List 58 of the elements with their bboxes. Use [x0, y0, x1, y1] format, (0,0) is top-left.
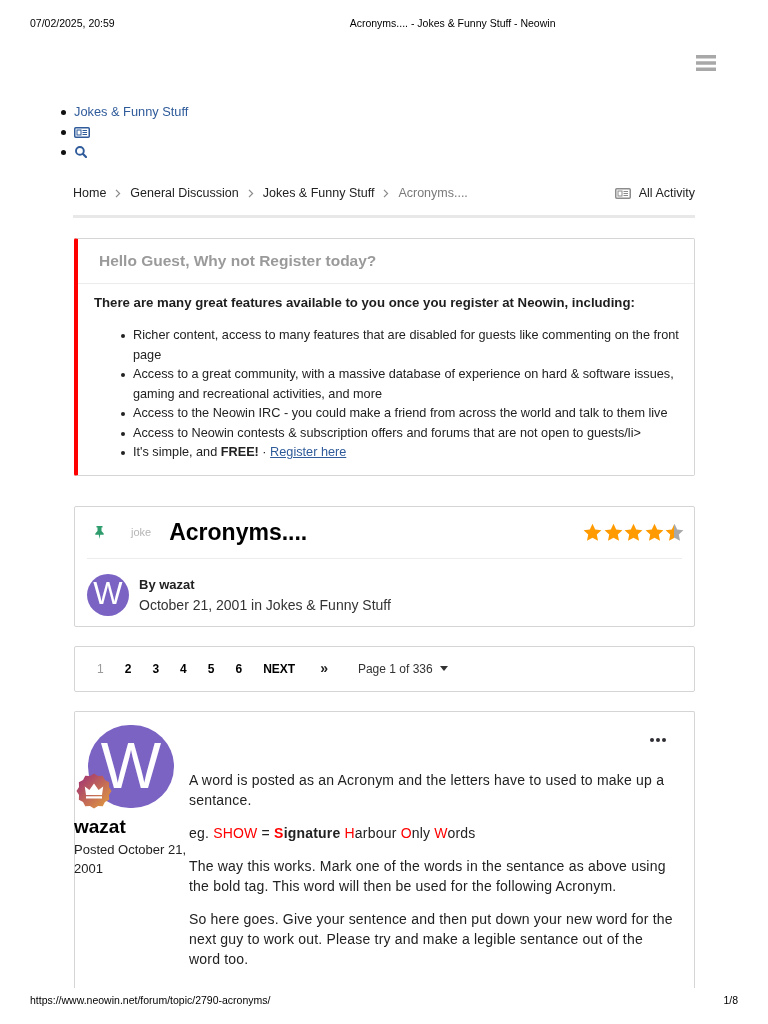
- activity-icon[interactable]: [74, 126, 90, 138]
- bullet-icon: [121, 373, 125, 377]
- page-link[interactable]: 4: [180, 659, 187, 678]
- post-paragraph: So here goes. Give your sentence and then put down your new word for the next guy to work out. Please try and make a legible sentance out of the word too.: [189, 909, 674, 969]
- category-link[interactable]: Jokes & Funny Stuff: [74, 102, 189, 122]
- all-activity-link[interactable]: All Activity: [638, 183, 695, 203]
- print-title: Acronyms.... - Jokes & Funny Stuff - Neowin: [349, 17, 556, 29]
- breadcrumb-current: Acronyms....: [398, 184, 468, 202]
- topic-title: Acronyms....: [169, 517, 308, 547]
- star-icon: [644, 522, 664, 542]
- star-icon: [583, 522, 602, 542]
- page-jump-dropdown[interactable]: Page 1 of 336: [357, 659, 448, 678]
- page-link[interactable]: 5: [207, 659, 215, 678]
- bullet-icon: [61, 149, 66, 155]
- chevron-icon: [247, 188, 254, 198]
- breadcrumb-link[interactable]: Home: [73, 183, 107, 203]
- print-url: https://www.neowin.net/forum/topic/2790-acronyms/: [30, 994, 271, 1006]
- chevron-icon: [383, 188, 390, 198]
- benefit-text: Richer content, access to many features that are disabled for guests like commenting on the front page: [133, 327, 680, 364]
- page-link[interactable]: 3: [152, 659, 160, 678]
- activity-icon[interactable]: [614, 187, 631, 199]
- next-page-link[interactable]: NEXT: [263, 659, 296, 678]
- post-paragraph: The way this works. Mark one of the words in the sentance as above using the bold tag. This word will then be used for the following Acronym.: [189, 856, 667, 896]
- page-link[interactable]: 6: [235, 659, 243, 678]
- bullet-icon: [121, 451, 125, 455]
- bullet-icon: [121, 334, 125, 338]
- benefit-text: Access to the Neowin IRC - you could make a friend from across the world and talk to them live: [133, 405, 668, 422]
- breadcrumb-link[interactable]: General Discussion: [130, 183, 239, 203]
- breadcrumb-link[interactable]: Jokes & Funny Stuff: [262, 183, 375, 203]
- post-date: Posted October 21, 2001: [74, 840, 187, 878]
- print-page-number: 1/8: [723, 994, 738, 1006]
- chevron-icon: [115, 188, 122, 198]
- notice-title: Hello Guest, Why not Register today?: [99, 251, 377, 272]
- benefit-text: Access to a great community, with a massive database of experience on hard & software issues, gaming and recreational activities, and more: [133, 366, 675, 403]
- bullet-icon: [121, 412, 125, 416]
- star-icon: [665, 522, 684, 542]
- bullet-icon: [121, 431, 125, 436]
- star-icon: [624, 522, 643, 542]
- search-icon[interactable]: [75, 146, 87, 158]
- author-avatar[interactable]: W: [87, 573, 129, 616]
- bullet-icon: [61, 109, 66, 115]
- star-icon: [603, 522, 623, 542]
- post-paragraph: eg. SHOW = Signature Harbour Only Words: [189, 823, 477, 843]
- register-link[interactable]: Register here: [270, 445, 347, 459]
- notice-intro: There are many great features available to you once you register at Neowin, including:: [94, 294, 636, 312]
- post-author[interactable]: wazat: [74, 815, 189, 838]
- post-paragraph: A word is posted as an Acronym and the letters have to used to make up a sentance.: [189, 770, 666, 810]
- more-options-icon[interactable]: [650, 737, 666, 742]
- page-link[interactable]: 2: [124, 659, 132, 678]
- benefit-text: It's simple, and FREE! · Register here: [133, 444, 347, 461]
- print-date: 07/02/2025, 20:59: [30, 17, 115, 29]
- author-avatar[interactable]: W: [88, 724, 174, 808]
- benefit-text: Access to Neowin contests & subscription offers and forums that are not open to guests/li>: [133, 424, 641, 442]
- last-page-link[interactable]: »: [320, 658, 328, 679]
- caret-icon: [439, 666, 448, 671]
- bullet-icon: [61, 129, 66, 135]
- author-name: By wazat: [139, 575, 196, 594]
- topic-meta: October 21, 2001 in Jokes & Funny Stuff: [139, 595, 391, 615]
